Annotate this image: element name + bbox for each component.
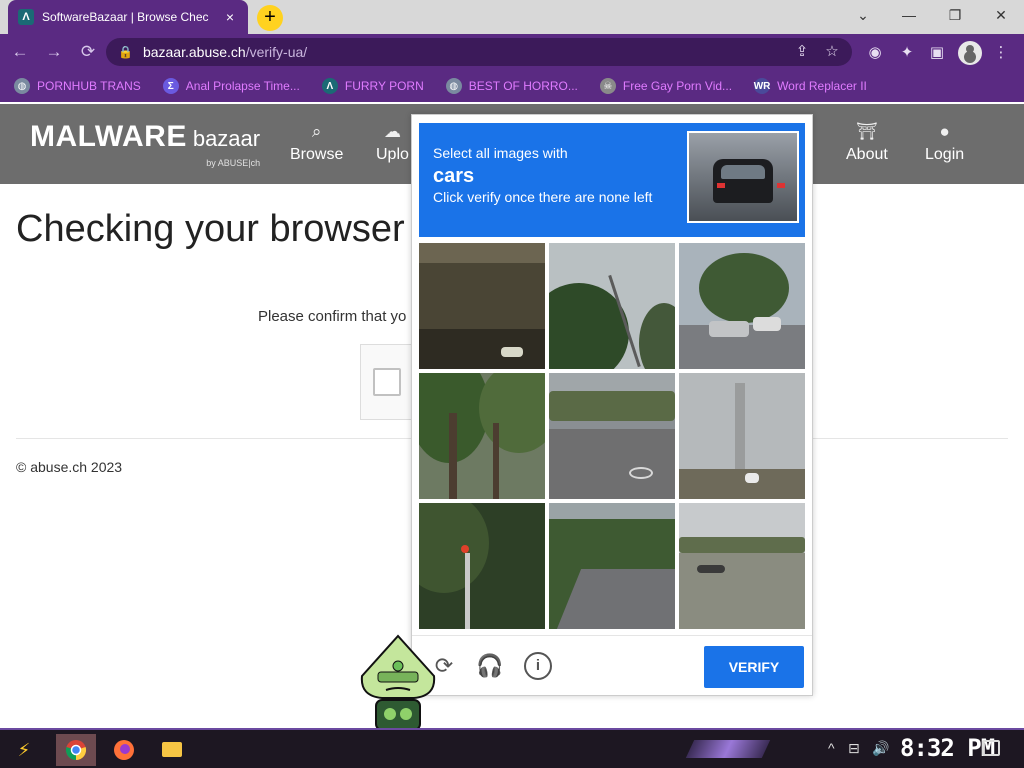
- nav-label: About: [846, 146, 888, 163]
- restore-button[interactable]: ❐: [932, 0, 978, 30]
- bookmark-label: BEST OF HORRO...: [468, 79, 578, 93]
- logo-sub: bazaar: [192, 126, 261, 151]
- recaptcha-checkbox[interactable]: [373, 368, 401, 396]
- browser-toolbar: ← → ⟳ 🔒 bazaar.abuse.ch/verify-ua/ ⇪ ☆ ◉…: [0, 34, 1024, 70]
- bookmark-label: Anal Prolapse Time...: [185, 79, 300, 93]
- bookmark-label: PORNHUB TRANS: [37, 79, 141, 93]
- bookmarks-bar: ◍ PORNHUB TRANS Σ Anal Prolapse Time... ΛF…: [0, 70, 1024, 102]
- close-tab-icon[interactable]: ×: [222, 9, 238, 25]
- user-icon: ●: [939, 122, 950, 141]
- bookmark-item[interactable]: ☠ Free Gay Porn Vid...: [599, 78, 733, 94]
- tab-strip: Λ SoftwareBazaar | Browse Chec × + ⌄ — ❐…: [0, 0, 1024, 34]
- lock-icon[interactable]: 🔒: [118, 45, 133, 59]
- challenge-footer: ⟳ 🎧 i VERIFY: [412, 635, 812, 695]
- bookmark-item[interactable]: Σ Anal Prolapse Time...: [162, 78, 300, 94]
- share-icon[interactable]: ⇪: [792, 42, 812, 62]
- action-center-icon[interactable]: [982, 740, 1000, 756]
- image-tile[interactable]: [679, 373, 805, 499]
- firefox-taskbar-icon[interactable]: [104, 734, 144, 766]
- windows-taskbar: ⚡ ^ ⊟ 🔊 8:32 PM: [0, 728, 1024, 768]
- bookmark-item[interactable]: Λ FURRY PORN: [321, 78, 424, 94]
- bookmark-item[interactable]: ◍ PORNHUB TRANS: [14, 78, 141, 94]
- network-icon[interactable]: ⊟: [848, 740, 860, 757]
- nav-login[interactable]: ● Login: [925, 122, 964, 164]
- sample-car-image: [687, 131, 799, 223]
- wr-icon: WR: [754, 78, 770, 94]
- bookmark-label: FURRY PORN: [344, 79, 424, 93]
- captcha-challenge-dialog: Select all images with cars Click verify…: [411, 114, 813, 696]
- bookmark-item[interactable]: WR Word Replacer II: [754, 78, 867, 94]
- firefox-icon: [114, 740, 134, 760]
- challenge-instruction: Select all images with: [433, 145, 568, 161]
- taskbar-clock[interactable]: 8:32 PM: [900, 734, 995, 762]
- globe-icon: ◍: [445, 78, 462, 94]
- file-explorer-taskbar-icon[interactable]: [152, 734, 192, 766]
- image-tile[interactable]: [549, 503, 675, 629]
- lambda-icon: Λ: [18, 9, 34, 25]
- address-bar[interactable]: 🔒 bazaar.abuse.ch/verify-ua/ ⇪ ☆: [106, 38, 852, 66]
- skull-icon: ☠: [599, 78, 616, 94]
- challenge-target: cars: [433, 165, 475, 187]
- extensions-puzzle-icon[interactable]: ✦: [896, 42, 918, 64]
- nav-browse[interactable]: ⌕ Browse: [290, 122, 343, 164]
- bookmark-item[interactable]: ◍ BEST OF HORRO...: [445, 78, 578, 94]
- address-path: /verify-ua/: [245, 44, 308, 60]
- image-tile[interactable]: [419, 243, 545, 369]
- info-icon[interactable]: i: [524, 652, 552, 680]
- taskbar-decoration: [685, 740, 771, 758]
- upload-cloud-icon: ☁: [383, 122, 401, 141]
- page-title: Checking your browser: [16, 208, 405, 250]
- bookmark-label: Free Gay Porn Vid...: [622, 79, 733, 93]
- forward-button[interactable]: →: [42, 40, 66, 64]
- bookmark-star-icon[interactable]: ☆: [822, 42, 842, 62]
- confirm-text: Please confirm that yo: [258, 308, 407, 325]
- reload-button[interactable]: ⟳: [76, 40, 100, 64]
- brackets-icon: Σ: [162, 78, 179, 94]
- back-button[interactable]: ←: [8, 40, 32, 64]
- folder-icon: [162, 742, 182, 757]
- volume-icon[interactable]: 🔊: [872, 740, 889, 757]
- logo-byline: by ABUSE|ch: [206, 158, 261, 168]
- lambda-icon: Λ: [321, 78, 338, 94]
- search-icon: ⌕: [311, 122, 322, 141]
- browser-tab[interactable]: Λ SoftwareBazaar | Browse Chec ×: [8, 0, 248, 34]
- address-host: bazaar.abuse.ch: [142, 44, 246, 60]
- bookmark-label: Word Replacer II: [777, 79, 867, 93]
- peridot-sticker-image: [360, 634, 436, 731]
- nav-about[interactable]: ⛩ About: [846, 122, 888, 164]
- extension-avatar-icon[interactable]: ◉: [864, 42, 886, 64]
- profile-avatar-icon[interactable]: [958, 41, 982, 65]
- chrome-icon: [65, 740, 87, 761]
- close-window-button[interactable]: ✕: [978, 0, 1024, 30]
- chrome-taskbar-icon[interactable]: [56, 734, 96, 766]
- side-panel-icon[interactable]: ▣: [926, 42, 948, 64]
- tab-search-icon[interactable]: ⌄: [840, 0, 886, 30]
- verify-button[interactable]: VERIFY: [704, 646, 804, 688]
- image-tile[interactable]: [549, 243, 675, 369]
- image-tile[interactable]: [679, 243, 805, 369]
- building-icon: ⛩: [856, 122, 878, 141]
- minimize-button[interactable]: —: [886, 0, 932, 30]
- nav-label: Login: [925, 146, 965, 163]
- show-hidden-icons[interactable]: ^: [828, 740, 835, 756]
- tab-title: SoftwareBazaar | Browse Chec: [42, 10, 209, 24]
- site-logo[interactable]: MALWARE bazaar by ABUSE|ch: [30, 120, 261, 168]
- nav-label: Browse: [290, 146, 344, 163]
- footer-copyright: © abuse.ch 2023: [16, 459, 123, 475]
- image-tile[interactable]: [549, 373, 675, 499]
- audio-challenge-icon[interactable]: 🎧: [476, 652, 504, 680]
- image-tile[interactable]: [679, 503, 805, 629]
- image-grid: [419, 243, 805, 629]
- start-button[interactable]: ⚡: [8, 736, 40, 764]
- image-tile[interactable]: [419, 373, 545, 499]
- logo-main: MALWARE: [30, 120, 187, 153]
- menu-kebab-icon[interactable]: ⋮: [990, 42, 1012, 64]
- challenge-header: Select all images with cars Click verify…: [419, 123, 805, 237]
- new-tab-button[interactable]: +: [257, 5, 283, 31]
- challenge-subinstruction: Click verify once there are none left: [433, 189, 653, 205]
- globe-icon: ◍: [14, 78, 30, 94]
- nav-label: Uplo: [376, 146, 409, 163]
- image-tile[interactable]: [419, 503, 545, 629]
- nav-upload[interactable]: ☁ Uplo: [376, 122, 409, 164]
